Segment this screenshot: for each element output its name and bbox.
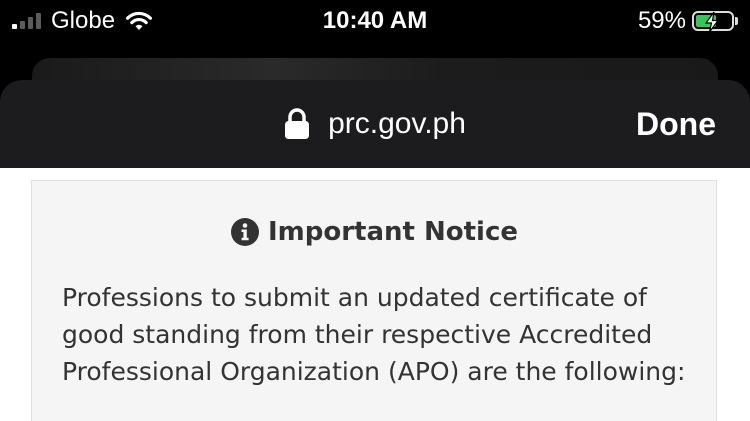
browser-nav-bar: prc.gov.ph Done — [0, 80, 750, 168]
info-icon — [230, 218, 259, 246]
battery-charging-icon — [692, 11, 734, 33]
bolt-icon — [704, 11, 720, 33]
battery-nub — [735, 17, 738, 25]
notice-header: Important Notice — [32, 215, 716, 249]
notice-title: Important Notice — [267, 217, 519, 247]
status-bar: Globe 10:40 AM 59% — [0, 0, 750, 42]
done-button[interactable]: Done — [636, 106, 716, 142]
lock-icon — [285, 108, 310, 139]
status-right: 59% — [638, 6, 738, 36]
battery-percentage: 59% — [637, 7, 686, 34]
url-text: prc.gov.ph — [328, 107, 466, 140]
notice-body: Professions to submit an updated certifi… — [62, 283, 686, 386]
web-content[interactable]: Important Notice Professions to submit a… — [0, 168, 750, 421]
notice-card: Important Notice Professions to submit a… — [31, 180, 717, 421]
